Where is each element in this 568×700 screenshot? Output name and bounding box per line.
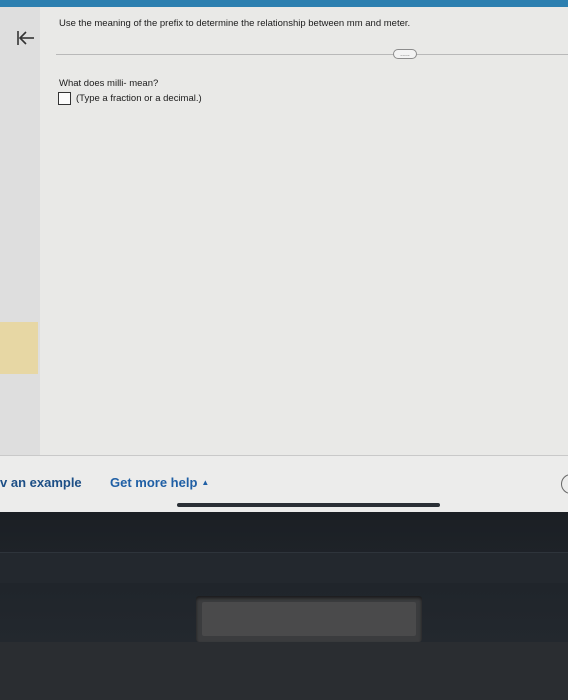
scroll-progress-bar bbox=[177, 503, 440, 507]
answer-hint: (Type a fraction or a decimal.) bbox=[76, 93, 202, 104]
answer-input[interactable] bbox=[58, 92, 71, 105]
get-more-help-link[interactable]: Get more help ▲ bbox=[110, 475, 209, 490]
bezel-band bbox=[0, 552, 568, 583]
left-sidebar bbox=[0, 7, 40, 455]
screen: Use the meaning of the prefix to determi… bbox=[0, 0, 568, 512]
view-example-link[interactable]: v an example bbox=[0, 475, 82, 490]
hinge-inner bbox=[202, 602, 416, 636]
caret-up-icon: ▲ bbox=[201, 478, 210, 487]
photo: Use the meaning of the prefix to determi… bbox=[0, 0, 568, 700]
top-accent-bar bbox=[0, 0, 568, 7]
sidebar-highlight bbox=[0, 322, 38, 374]
question-instruction: Use the meaning of the prefix to determi… bbox=[59, 18, 411, 29]
more-button[interactable]: ..... bbox=[393, 49, 417, 59]
answer-prompt: What does milli- mean? bbox=[59, 78, 159, 89]
laptop-body bbox=[0, 642, 568, 700]
divider bbox=[56, 54, 568, 55]
back-to-start-icon[interactable] bbox=[14, 28, 36, 48]
get-more-help-label: Get more help bbox=[110, 475, 198, 490]
